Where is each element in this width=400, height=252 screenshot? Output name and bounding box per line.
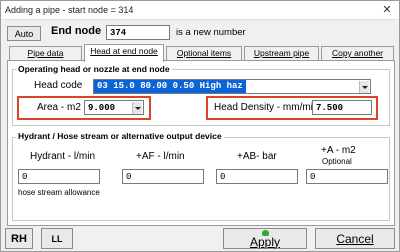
apply-button[interactable]: Apply [223, 228, 307, 249]
af-input[interactable]: 0 [122, 169, 204, 184]
operating-head-title: Operating head or nozzle at end node [16, 64, 172, 74]
area-label: Area - m2 [37, 102, 81, 113]
chevron-down-icon[interactable] [359, 81, 369, 93]
a-label: +A - m2 [321, 145, 356, 156]
head-code-select[interactable]: 03 15.0 80.00 0.50 High haz [93, 79, 371, 94]
dialog-window: Adding a pipe - start node = 314 ✕ Auto … [0, 0, 400, 252]
hydrant-title: Hydrant / Hose stream or alternative out… [16, 131, 224, 141]
tab-upstream-pipe[interactable]: Upstream pipe [244, 46, 319, 61]
ab-label: +AB- bar [237, 151, 277, 162]
rh-button[interactable]: RH [5, 228, 33, 249]
new-number-text: is a new number [176, 27, 246, 38]
tab-panel: Operating head or nozzle at end node Hea… [7, 60, 395, 226]
title-bar: Adding a pipe - start node = 314 ✕ [1, 1, 399, 20]
af-label: +AF - l/min [136, 151, 185, 162]
chevron-down-icon[interactable] [132, 102, 142, 114]
end-node-input[interactable]: 374 [106, 25, 170, 40]
hose-allowance-text: hose stream allowance [18, 188, 100, 197]
window-title: Adding a pipe - start node = 314 [5, 5, 134, 15]
close-icon[interactable]: ✕ [375, 1, 399, 19]
end-node-label: End node [51, 25, 102, 37]
hydrant-label: Hydrant - l/min [30, 151, 96, 162]
tab-head-at-end-node[interactable]: Head at end node [84, 44, 164, 62]
auto-button[interactable]: Auto [7, 26, 41, 41]
head-density-label: Head Density - mm/min [214, 102, 319, 113]
tab-optional-items[interactable]: Optional items [166, 46, 242, 61]
a-input[interactable]: 0 [306, 169, 388, 184]
hydrant-input[interactable]: 0 [18, 169, 100, 184]
bottom-bar: RH LL Apply Cancel [1, 227, 399, 252]
head-code-label: Head code [34, 80, 83, 91]
area-select[interactable]: 9.000 [84, 100, 144, 115]
tab-copy-another[interactable]: Copy another [321, 46, 394, 61]
tab-pipe-data[interactable]: Pipe data [9, 46, 82, 61]
tab-strip: Pipe data Head at end node Optional item… [7, 44, 395, 62]
head-density-input[interactable]: 7.500 [312, 100, 372, 115]
head-code-value: 03 15.0 80.00 0.50 High haz [94, 80, 246, 93]
ab-input[interactable]: 0 [216, 169, 298, 184]
a-optional-text: Optional [322, 157, 352, 166]
apply-label: Apply [249, 234, 281, 249]
cancel-button[interactable]: Cancel [315, 228, 395, 249]
ll-button[interactable]: LL [41, 228, 73, 249]
area-value: 9.000 [88, 103, 116, 113]
